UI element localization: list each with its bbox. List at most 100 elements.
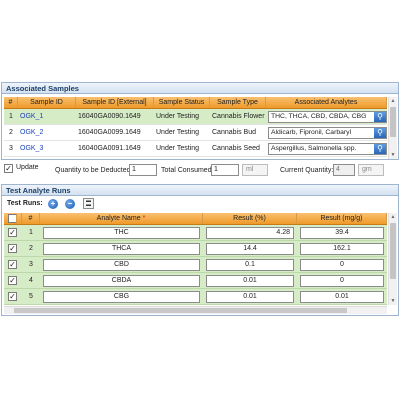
run-row[interactable]: ✓ 3 CBD 0.1 0 (4, 257, 387, 273)
sample-id-link[interactable]: OGK_1 (18, 109, 76, 124)
samples-grid-header: # Sample ID Sample ID [External] Sample … (4, 97, 387, 109)
result-percent-cell: 4.28 (203, 225, 297, 240)
result-mg-input[interactable]: 39.4 (300, 227, 384, 239)
col-header-sample-id-external[interactable]: Sample ID [External] (76, 97, 154, 108)
search-icon[interactable]: ⚲ (374, 144, 386, 154)
result-mg-input[interactable]: 0 (300, 275, 384, 287)
result-percent-input[interactable]: 0.01 (206, 275, 294, 287)
analytes-field[interactable]: THC, THCA, CBD, CBDA, CBG ⚲ (268, 111, 387, 123)
total-consumed-input[interactable]: 1 (211, 164, 239, 176)
scroll-down-icon[interactable]: ▼ (389, 297, 397, 305)
result-mg-input[interactable]: 0.01 (300, 291, 384, 303)
scroll-up-icon[interactable]: ▲ (389, 213, 397, 221)
col-header-sample-status[interactable]: Sample Status (154, 97, 210, 108)
runs-vertical-scrollbar[interactable]: ▲ ▼ (388, 213, 397, 305)
search-icon[interactable]: ⚲ (374, 128, 386, 138)
col-header-sample-type[interactable]: Sample Type (210, 97, 266, 108)
sample-external-id: 16040GA0099.1649 (78, 129, 141, 136)
run-number: 4 (29, 277, 33, 284)
sample-row[interactable]: 3 OGK_3 16040GA0091.1649 Under Testing C… (4, 141, 387, 157)
scroll-down-icon[interactable]: ▼ (389, 151, 397, 159)
run-checkbox[interactable]: ✓ (8, 276, 17, 285)
analytes-cell: Aspergillus, Salmonella spp. ⚲ (266, 141, 387, 156)
result-percent-input[interactable]: 0.01 (206, 291, 294, 303)
test-analyte-runs-title: Test Analyte Runs (2, 185, 398, 196)
result-mg-cell: 162.1 (297, 241, 387, 256)
select-all-checkbox[interactable] (8, 214, 17, 223)
sample-row[interactable]: 1 OGK_1 16040GA0090.1649 Under Testing C… (4, 109, 387, 125)
result-percent-input[interactable]: 0.1 (206, 259, 294, 271)
sample-external-id: 16040GA0090.1649 (78, 113, 141, 120)
scroll-up-icon[interactable]: ▲ (389, 97, 397, 105)
analytes-field[interactable]: Aspergillus, Salmonella spp. ⚲ (268, 143, 387, 155)
update-checkbox[interactable]: ✓ (4, 164, 13, 173)
scrollbar-thumb[interactable] (390, 223, 396, 279)
test-runs-toolbar: Test Runs: + − ▬ ▬ (4, 197, 394, 210)
analytes-field[interactable]: Aldicarb, Fipronil, Carbaryl ⚲ (268, 127, 387, 139)
sample-type: Cannabis Bud (212, 129, 256, 136)
result-percent-cell: 0.1 (203, 257, 297, 272)
run-number: 1 (29, 229, 33, 236)
scrollbar-thumb[interactable] (390, 107, 396, 137)
result-percent-input[interactable]: 4.28 (206, 227, 294, 239)
analyte-name-input[interactable]: THC (43, 227, 200, 239)
analyte-name-input[interactable]: CBD (43, 259, 200, 271)
row-number: 1 (9, 113, 13, 120)
run-row[interactable]: ✓ 4 CBDA 0.01 0 (4, 273, 387, 289)
row-number: 3 (9, 145, 13, 152)
result-mg-cell: 0.01 (297, 289, 387, 304)
run-row[interactable]: ✓ 2 THCA 14.4 162.1 (4, 241, 387, 257)
quantity-to-be-deducted-input[interactable]: 1 (129, 164, 157, 176)
sample-row[interactable]: 2 OGK_2 16040GA0099.1649 Under Testing C… (4, 125, 387, 141)
result-percent-input[interactable]: 14.4 (206, 243, 294, 255)
run-checkbox[interactable]: ✓ (8, 228, 17, 237)
sample-id-link[interactable]: OGK_3 (18, 141, 76, 156)
scrollbar-thumb[interactable] (14, 308, 347, 313)
run-select-cell: ✓ (4, 289, 22, 304)
run-number: 2 (29, 245, 33, 252)
runs-horizontal-scrollbar[interactable] (4, 306, 387, 314)
sample-status: Under Testing (156, 129, 200, 136)
remove-run-button[interactable]: − (65, 199, 75, 209)
total-consumed-unit: ml (242, 164, 268, 176)
analyte-name-input[interactable]: THCA (43, 243, 200, 255)
samples-vertical-scrollbar[interactable]: ▲ ▼ (388, 97, 397, 159)
associated-samples-title: Associated Samples (2, 83, 398, 94)
run-row[interactable]: ✓ 1 THC 4.28 39.4 (4, 225, 387, 241)
test-runs-grid-header: # Analyte Name * Result (%) Result (mg/g… (4, 213, 387, 225)
run-select-cell: ✓ (4, 225, 22, 240)
current-quantity-unit: gm (358, 164, 384, 176)
col-header-select (4, 213, 22, 224)
run-select-cell: ✓ (4, 273, 22, 288)
grid-layout-icon: ▬ ▬ (86, 198, 91, 208)
result-mg-cell: 39.4 (297, 225, 387, 240)
analyte-name-input[interactable]: CBDA (43, 275, 200, 287)
col-header-sample-id[interactable]: Sample ID (18, 97, 76, 108)
plus-circle-icon: + (50, 199, 56, 208)
col-header-num[interactable]: # (22, 213, 40, 224)
col-header-associated-analytes[interactable]: Associated Analytes (266, 97, 387, 108)
samples-grid: # Sample ID Sample ID [External] Sample … (4, 97, 387, 157)
col-header-result-percent[interactable]: Result (%) (203, 213, 297, 224)
col-header-result-mg[interactable]: Result (mg/g) (297, 213, 387, 224)
result-mg-input[interactable]: 0 (300, 259, 384, 271)
add-run-button[interactable]: + (48, 199, 58, 209)
search-icon[interactable]: ⚲ (374, 112, 386, 122)
col-header-num[interactable]: # (4, 97, 18, 108)
run-checkbox[interactable]: ✓ (8, 260, 17, 269)
sample-status: Under Testing (156, 145, 200, 152)
sample-id-link[interactable]: OGK_2 (18, 125, 76, 140)
update-bar: ✓ Update Quantity to be Deducted 1 Total… (1, 162, 399, 180)
run-checkbox[interactable]: ✓ (8, 244, 17, 253)
run-checkbox[interactable]: ✓ (8, 292, 17, 301)
grid-options-button[interactable]: ▬ ▬ (83, 198, 94, 209)
run-row[interactable]: ✓ 5 CBG 0.01 0.01 (4, 289, 387, 305)
result-mg-input[interactable]: 162.1 (300, 243, 384, 255)
result-percent-cell: 0.01 (203, 273, 297, 288)
analyte-name-cell: THC (40, 225, 203, 240)
run-number: 3 (29, 261, 33, 268)
analyte-name-input[interactable]: CBG (43, 291, 200, 303)
col-header-analyte-name[interactable]: Analyte Name * (40, 213, 203, 224)
analyte-name-cell: CBG (40, 289, 203, 304)
analyte-name-cell: CBDA (40, 273, 203, 288)
